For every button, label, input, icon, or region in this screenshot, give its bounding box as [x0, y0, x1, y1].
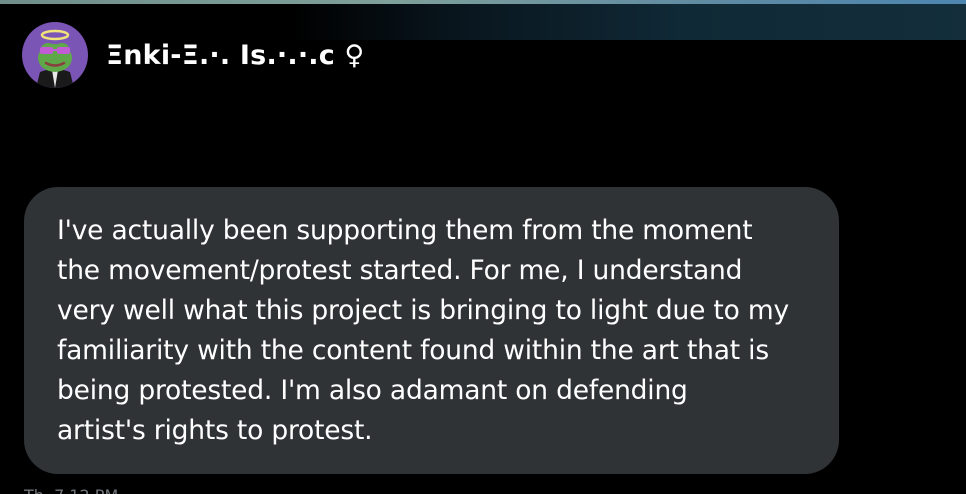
message-timestamp: Th..7.12 PM	[24, 486, 118, 494]
message-header: Ξnki-Ξ.·. Is.·.·.c ♀	[22, 22, 365, 88]
display-name[interactable]: Ξnki-Ξ.·. Is.·.·.c ♀	[106, 40, 365, 71]
frog-avatar-icon	[36, 29, 74, 88]
avatar[interactable]	[22, 22, 88, 88]
top-accent-line	[0, 0, 966, 4]
message-bubble: I've actually been supporting them from …	[24, 187, 839, 474]
message-text: I've actually been supporting them from …	[57, 215, 789, 446]
